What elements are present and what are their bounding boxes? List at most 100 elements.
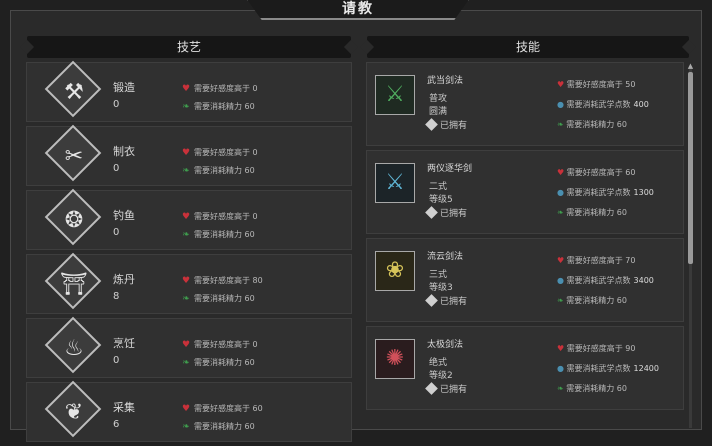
- heart-icon: ♥: [557, 168, 565, 177]
- heart-icon: ♥: [181, 340, 191, 350]
- affection-requirement: ♥ 需要好感度高于 90: [557, 344, 636, 353]
- energy-icon: ❧: [182, 102, 190, 112]
- owned-status: 已拥有: [425, 206, 467, 219]
- skill-item[interactable]: ❀ 流云剑法 三式 等级3 已拥有 ♥ 需要好感度高于 70 ● 需要消耗武学点…: [366, 238, 684, 322]
- skill-name: 两仪逐华剑: [427, 164, 473, 174]
- liuyun-sword-icon: ❀: [375, 251, 415, 291]
- crafts-header: 技艺: [27, 36, 351, 58]
- skills-list: ⚔ 武当剑法 普攻 圆满 已拥有 ♥ 需要好感度高于 50 ● 需要消耗武学点数…: [366, 62, 684, 414]
- craft-name: 锻造: [113, 81, 135, 94]
- owned-icon: [425, 206, 438, 219]
- craft-name: 钓鱼: [113, 209, 135, 222]
- energy-icon: ❧: [557, 120, 564, 129]
- affection-requirement: ♥ 需要好感度高于 0: [181, 212, 258, 222]
- skill-stance: 三式: [429, 270, 448, 280]
- craft-name: 采集: [113, 401, 135, 414]
- skill-level: 等级3: [429, 283, 453, 293]
- energy-icon: ❧: [557, 208, 564, 217]
- gathering-icon: ❦: [64, 400, 84, 425]
- forging-icon: ⚒: [64, 80, 84, 105]
- heart-icon: ♥: [181, 212, 191, 222]
- owned-icon: [425, 118, 438, 131]
- taiji-sword-icon: ✺: [375, 339, 415, 379]
- owned-status: 已拥有: [425, 382, 467, 395]
- energy-requirement: ❧ 需要消耗精力 60: [182, 294, 255, 304]
- energy-icon: ❧: [182, 166, 190, 176]
- owned-icon: [425, 382, 438, 395]
- affection-requirement: ♥ 需要好感度高于 70: [557, 256, 636, 265]
- energy-icon: ❧: [182, 422, 190, 432]
- energy-icon: ❧: [557, 296, 564, 305]
- craft-name: 烹饪: [113, 337, 135, 350]
- martial-points-icon: ●: [557, 276, 564, 285]
- affection-requirement: ♥ 需要好感度高于 50: [557, 80, 636, 89]
- owned-status: 已拥有: [425, 294, 467, 307]
- craft-item[interactable]: ♨ 烹饪 0 ♥ 需要好感度高于 0 ❧ 需要消耗精力 60: [26, 316, 352, 378]
- affection-requirement: ♥ 需要好感度高于 80: [181, 276, 263, 286]
- energy-requirement: ❧ 需要消耗精力 60: [182, 166, 255, 176]
- energy-requirement: ❧ 需要消耗精力 60: [182, 358, 255, 368]
- points-requirement: ● 需要消耗武学点数 1300: [557, 188, 654, 197]
- skill-stance: 绝式: [429, 358, 448, 368]
- fishing-icon: ❂: [64, 208, 84, 233]
- owned-icon: [425, 294, 438, 307]
- heart-icon: ♥: [181, 84, 191, 94]
- martial-points-icon: ●: [557, 100, 564, 109]
- martial-points-icon: ●: [557, 188, 564, 197]
- affection-requirement: ♥ 需要好感度高于 60: [557, 168, 636, 177]
- skill-level: 等级5: [429, 195, 453, 205]
- skill-name: 流云剑法: [427, 252, 464, 262]
- affection-requirement: ♥ 需要好感度高于 0: [181, 340, 258, 350]
- heart-icon: ♥: [181, 404, 191, 414]
- skill-level: 圆满: [429, 107, 448, 117]
- energy-icon: ❧: [557, 384, 564, 393]
- affection-requirement: ♥ 需要好感度高于 0: [181, 148, 258, 158]
- energy-icon: ❧: [182, 358, 190, 368]
- craft-item[interactable]: ✂ 制衣 0 ♥ 需要好感度高于 0 ❧ 需要消耗精力 60: [26, 124, 352, 186]
- craft-name: 炼丹: [113, 273, 135, 286]
- skill-stance: 普攻: [429, 94, 448, 104]
- craft-item[interactable]: ❦ 采集 6 ♥ 需要好感度高于 60 ❧ 需要消耗精力 60: [26, 380, 352, 442]
- martial-points-icon: ●: [557, 364, 564, 373]
- craft-item[interactable]: ⚒ 锻造 0 ♥ 需要好感度高于 0 ❧ 需要消耗精力 60: [26, 60, 352, 122]
- energy-requirement: ❧ 需要消耗精力 60: [182, 230, 255, 240]
- skills-scrollbar-thumb[interactable]: [688, 72, 693, 264]
- skill-name: 太极剑法: [427, 340, 464, 350]
- heart-icon: ♥: [557, 256, 565, 265]
- heart-icon: ♥: [181, 148, 191, 158]
- energy-icon: ❧: [182, 294, 190, 304]
- craft-name: 制衣: [113, 145, 135, 158]
- skill-name: 武当剑法: [427, 76, 464, 86]
- skill-item[interactable]: ✺ 太极剑法 绝式 等级2 已拥有 ♥ 需要好感度高于 90 ● 需要消耗武学点…: [366, 326, 684, 410]
- affection-requirement: ♥ 需要好感度高于 60: [181, 404, 263, 414]
- craft-level: 0: [113, 355, 120, 366]
- points-requirement: ● 需要消耗武学点数 400: [557, 100, 649, 109]
- energy-requirement: ❧ 需要消耗精力 60: [557, 296, 627, 305]
- skill-item[interactable]: ⚔ 两仪逐华剑 二式 等级5 已拥有 ♥ 需要好感度高于 60 ● 需要消耗武学…: [366, 150, 684, 234]
- owned-status: 已拥有: [425, 118, 467, 131]
- crafts-list: ⚒ 锻造 0 ♥ 需要好感度高于 0 ❧ 需要消耗精力 60 ✂ 制衣 0 ♥ 需要好…: [26, 60, 352, 446]
- points-requirement: ● 需要消耗武学点数 12400: [557, 364, 659, 373]
- craft-level: 0: [113, 99, 120, 110]
- heart-icon: ♥: [181, 276, 191, 286]
- craft-level: 0: [113, 227, 120, 238]
- craft-level: 0: [113, 163, 120, 174]
- heart-icon: ♥: [557, 344, 565, 353]
- energy-requirement: ❧ 需要消耗精力 60: [182, 422, 255, 432]
- energy-requirement: ❧ 需要消耗精力 60: [557, 208, 627, 217]
- cooking-icon: ♨: [64, 336, 84, 361]
- points-requirement: ● 需要消耗武学点数 3400: [557, 276, 654, 285]
- skill-item[interactable]: ⚔ 武当剑法 普攻 圆满 已拥有 ♥ 需要好感度高于 50 ● 需要消耗武学点数…: [366, 62, 684, 146]
- affection-requirement: ♥ 需要好感度高于 0: [181, 84, 258, 94]
- wudang-sword-icon: ⚔: [375, 75, 415, 115]
- alchemy-icon: ⛩: [60, 272, 88, 297]
- skill-level: 等级2: [429, 371, 453, 381]
- scroll-up-arrow-icon[interactable]: ▲: [686, 62, 695, 70]
- energy-requirement: ❧ 需要消耗精力 60: [557, 120, 627, 129]
- skill-stance: 二式: [429, 182, 448, 192]
- skills-header: 技能: [367, 36, 689, 58]
- craft-level: 6: [113, 419, 120, 430]
- dialog-title: 请教: [342, 1, 374, 17]
- craft-item[interactable]: ❂ 钓鱼 0 ♥ 需要好感度高于 0 ❧ 需要消耗精力 60: [26, 188, 352, 250]
- craft-item[interactable]: ⛩ 炼丹 8 ♥ 需要好感度高于 80 ❧ 需要消耗精力 60: [26, 252, 352, 314]
